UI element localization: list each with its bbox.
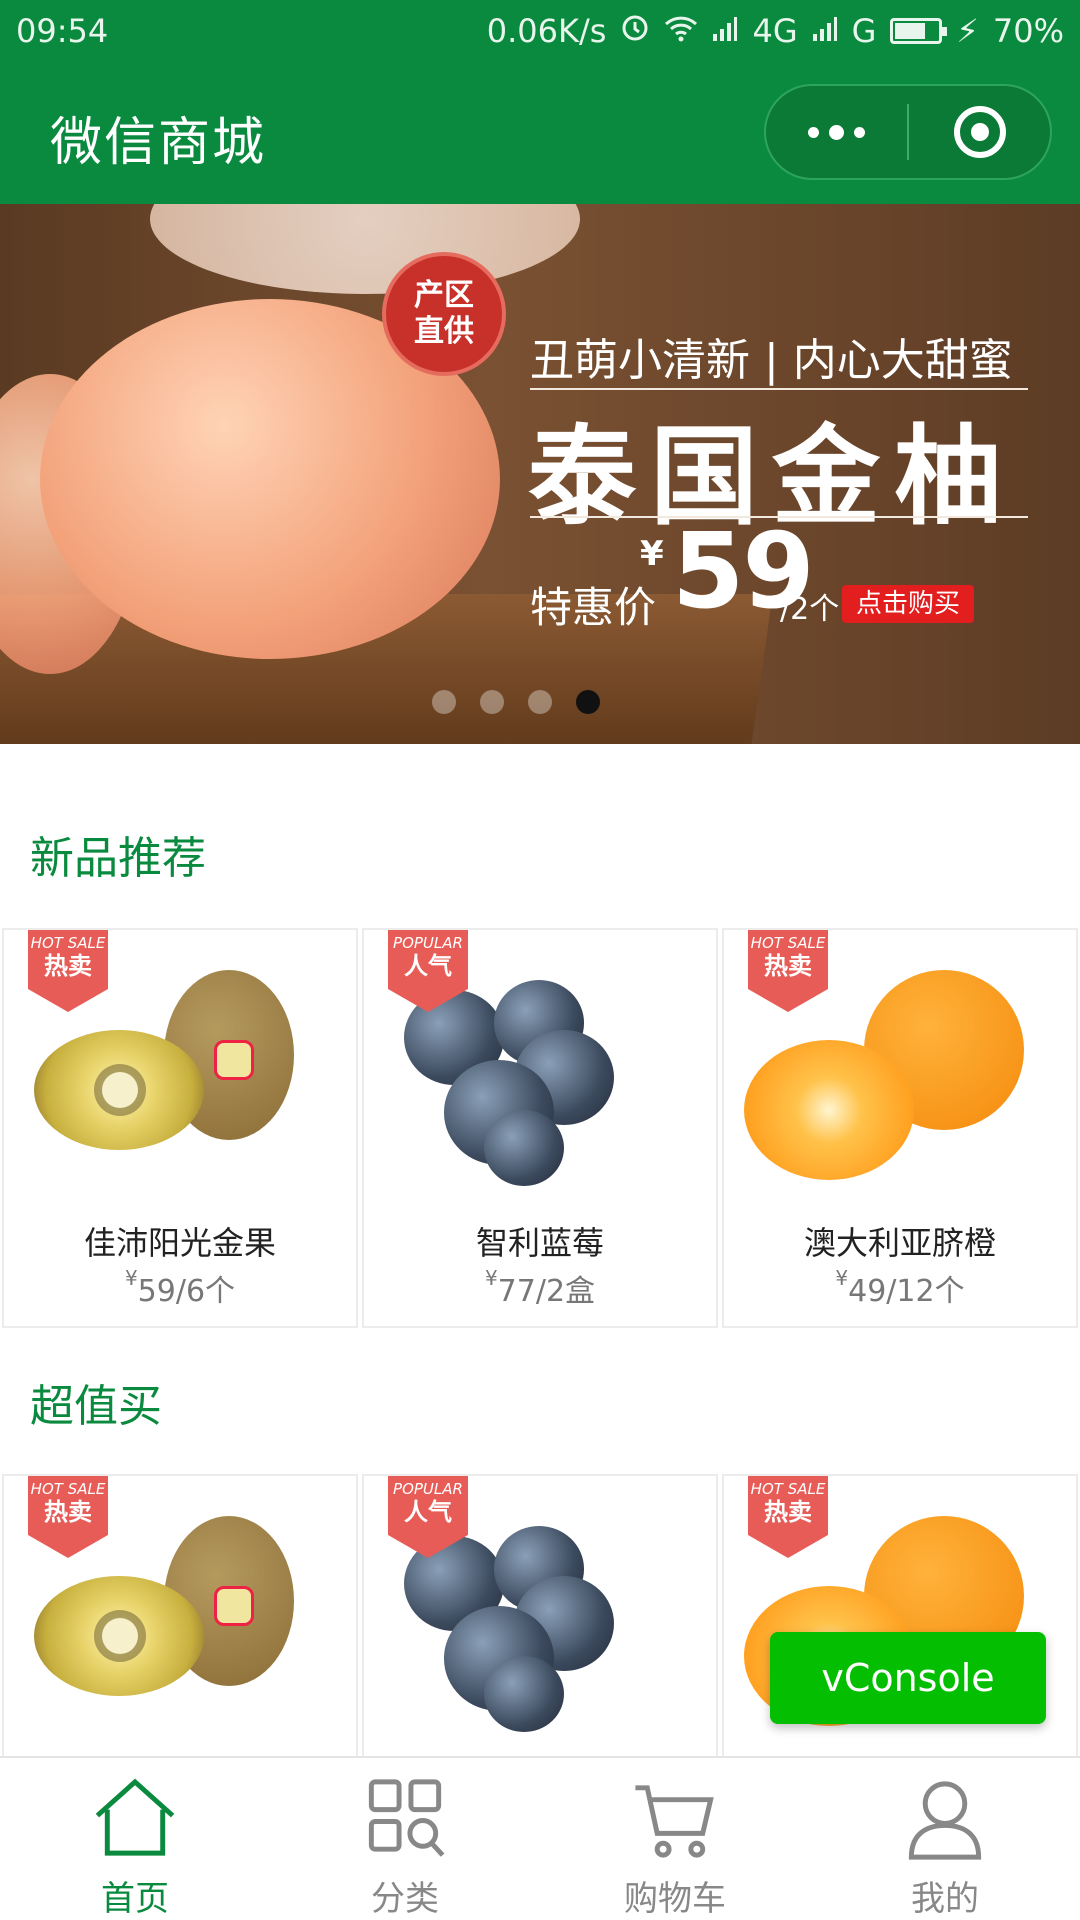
product-price: ¥59/6个 [4, 1266, 356, 1310]
net-speed: 0.06K/s [486, 12, 607, 50]
banner-subtitle: 丑萌小清新 | 内心大甜蜜 [530, 335, 1013, 386]
category-icon [368, 1779, 445, 1857]
charging-icon: ⚡ [956, 12, 979, 50]
alarm-icon [620, 12, 650, 50]
nav-bar: 微信商城 [0, 62, 1080, 204]
banner-currency: ¥ [640, 534, 664, 574]
more-dots-icon [808, 124, 865, 140]
tag-cn: 热卖 [44, 1498, 92, 1526]
price-currency: ¥ [484, 1266, 498, 1290]
tag-cn: 人气 [404, 952, 452, 980]
product-card[interactable]: HOT SALE 热卖佳沛阳光金果 ¥59/6个 [2, 928, 358, 1328]
tab-home[interactable]: 首页 [0, 1758, 270, 1920]
tab-category[interactable]: 分类 [270, 1758, 540, 1920]
status-time: 09:54 [16, 12, 109, 50]
profile-icon [908, 1781, 982, 1860]
cart-icon [635, 1785, 714, 1858]
tab-profile[interactable]: 我的 [810, 1758, 1080, 1920]
product-card[interactable]: POPULAR 人气智利蓝莓 ¥77/2盒 [362, 928, 718, 1328]
tag-en: POPULAR [393, 934, 463, 952]
carousel-dot[interactable] [480, 690, 504, 714]
wifi-icon [664, 12, 698, 50]
carousel-indicators [432, 690, 600, 714]
network-type-1: 4G [752, 12, 798, 50]
buy-now-button[interactable]: 点击购买 [842, 585, 975, 623]
status-right: 0.06K/s 4G G ⚡ 70% [487, 12, 1064, 50]
product-price: ¥77/2盒 [364, 1266, 716, 1310]
seal-line-2: 直供 [414, 314, 474, 349]
battery-fill [895, 23, 925, 39]
seal-line-1: 产区 [414, 278, 474, 313]
banner-unit: /2个 [780, 592, 840, 627]
tag-cn: 热卖 [764, 952, 812, 980]
carousel-dot[interactable] [432, 690, 456, 714]
pomelo-bg-image [150, 204, 580, 294]
price-value: 59/6个 [137, 1274, 236, 1309]
banner-price-label: 特惠价 [530, 583, 657, 632]
vconsole-button[interactable]: vConsole [770, 1632, 1046, 1724]
price-value: 77/2盒 [497, 1274, 596, 1309]
battery-icon [890, 18, 948, 44]
page-title: 微信商城 [50, 113, 267, 173]
status-bar: 09:54 0.06K/s 4G G ⚡ 70% [0, 0, 1080, 62]
tab-category-label: 分类 [371, 1879, 439, 1919]
price-currency: ¥ [124, 1266, 138, 1290]
origin-seal: 产区 直供 [382, 252, 506, 376]
product-name: 佳沛阳光金果 [83, 1224, 276, 1262]
product-card[interactable]: HOT SALE 热卖澳大利亚脐橙 ¥49/12个 [722, 928, 1078, 1328]
tab-cart[interactable]: 购物车 [540, 1758, 810, 1920]
tab-home-label: 首页 [101, 1879, 169, 1919]
tag-cn: 人气 [404, 1498, 452, 1526]
tag-en: HOT SALE [30, 1480, 106, 1498]
banner-carousel[interactable]: 产区 直供 丑萌小清新 | 内心大甜蜜 泰国金柚 特惠价 ¥ 59 /2个 点击… [0, 204, 1080, 744]
signal-icon-2 [812, 12, 838, 50]
tag-en: HOT SALE [750, 934, 826, 952]
section-title-value: 超值买 [30, 1381, 162, 1432]
tag-en: HOT SALE [750, 1480, 826, 1498]
product-name: 澳大利亚脐橙 [803, 1224, 996, 1262]
home-icon [95, 1778, 175, 1856]
product-name: 智利蓝莓 [475, 1224, 604, 1262]
tag-en: HOT SALE [30, 934, 106, 952]
tab-cart-label: 购物车 [624, 1879, 726, 1919]
price-currency: ¥ [835, 1266, 849, 1290]
tag-en: POPULAR [393, 1480, 463, 1498]
carousel-dot[interactable] [528, 690, 552, 714]
tab-profile-label: 我的 [911, 1879, 979, 1919]
tab-bar: 首页 分类 购物车 我的 [0, 1756, 1080, 1920]
exit-target-icon [953, 106, 1006, 158]
close-mini-program-button[interactable] [909, 86, 1050, 178]
more-button[interactable] [766, 86, 907, 178]
battery-percent: 70% [992, 12, 1064, 50]
carousel-dot[interactable] [576, 690, 600, 714]
tag-cn: 热卖 [44, 952, 92, 980]
tag-cn: 热卖 [764, 1498, 812, 1526]
product-price: ¥49/12个 [724, 1266, 1076, 1310]
section-title-new: 新品推荐 [30, 833, 206, 884]
price-value: 49/12个 [848, 1274, 965, 1309]
network-type-2: G [851, 12, 877, 50]
signal-icon [712, 12, 738, 50]
mini-program-capsule [764, 84, 1052, 180]
product-row-new: HOT SALE 热卖 佳沛阳光金果 ¥59/6个 POPULAR 人气 智利蓝莓 ¥77/2… [0, 928, 1080, 1328]
